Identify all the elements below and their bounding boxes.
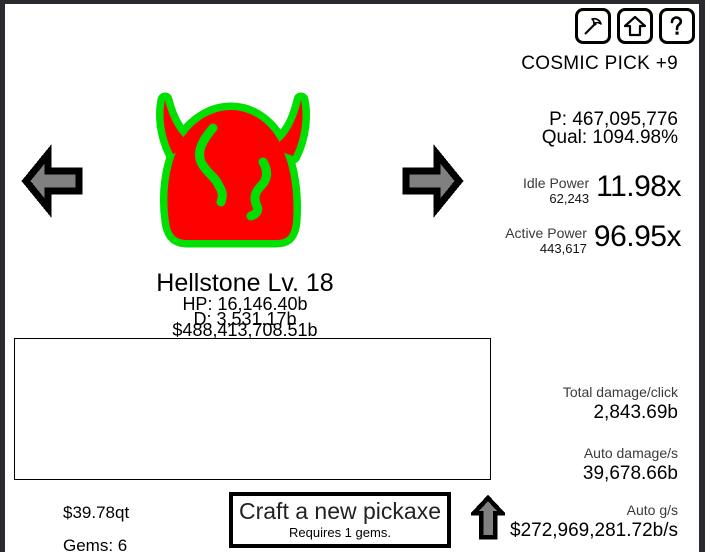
pickaxe-quality-stat: Qual: 1094.98% [541, 127, 678, 148]
total-damage-per-click-group: Total damage/click 2,843.69b [563, 383, 678, 425]
auto-damage-per-second-value: 39,678.66b [582, 463, 678, 484]
previous-monster-arrow[interactable] [19, 144, 93, 223]
auto-damage-per-second-group: Auto damage/s 39,678.66b [583, 444, 678, 486]
idle-power-block: Idle Power 62,243 11.98x [522, 170, 682, 207]
idle-power-label: Idle Power [522, 175, 590, 191]
gold-amount: $39.78qt [63, 503, 130, 522]
craft-button-requirement: Requires 1 gems. [289, 525, 391, 540]
active-power-label: Active Power [505, 225, 587, 241]
idle-power-multiplier: 11.98x [596, 170, 681, 203]
active-power-value: 443,617 [539, 241, 587, 256]
pickaxe-icon-button[interactable] [575, 8, 611, 44]
craft-upgrade-arrow[interactable] [468, 494, 508, 547]
combat-log-panel[interactable] [14, 338, 491, 480]
upgrade-icon-button[interactable] [617, 8, 653, 44]
arrow-left-icon [19, 144, 93, 222]
gems-amount: Gems: 6 [63, 536, 128, 552]
auto-damage-per-second-label: Auto damage/s [583, 445, 678, 461]
currency-display: $39.78qt Gems: 6 [63, 496, 129, 552]
arrow-up-icon [468, 494, 508, 546]
upgrade-arrow-icon [624, 15, 646, 37]
game-window: COSMIC PICK +9 P: 467,095,776 Qual: 1094… [5, 4, 699, 552]
idle-power-value: 62,243 [549, 191, 590, 206]
pickaxe-icon [582, 15, 604, 37]
craft-pickaxe-button[interactable]: Craft a new pickaxe Requires 1 gems. [229, 492, 451, 548]
active-power-multiplier: 96.95x [593, 220, 682, 253]
next-monster-arrow[interactable] [392, 144, 466, 223]
auto-gold-per-second-label: Auto g/s [626, 502, 678, 518]
auto-gold-per-second-value: $272,969,281.72b/s [510, 520, 678, 541]
active-power-block: Active Power 443,617 96.95x [505, 222, 681, 257]
arrow-right-icon [392, 144, 466, 222]
total-damage-per-click-value: 2,843.69b [593, 402, 678, 423]
help-question-icon [666, 15, 688, 37]
icon-toolbar [575, 8, 695, 44]
help-icon-button[interactable] [659, 8, 695, 44]
craft-button-label: Craft a new pickaxe [239, 498, 441, 524]
auto-gold-per-second-group: Auto g/s $272,969,281.72b/s [510, 501, 678, 543]
total-damage-per-click-label: Total damage/click [562, 384, 678, 400]
window-right-border [699, 0, 705, 552]
hellstone-sprite[interactable] [135, 76, 327, 277]
pickaxe-title: COSMIC PICK +9 [521, 53, 678, 74]
